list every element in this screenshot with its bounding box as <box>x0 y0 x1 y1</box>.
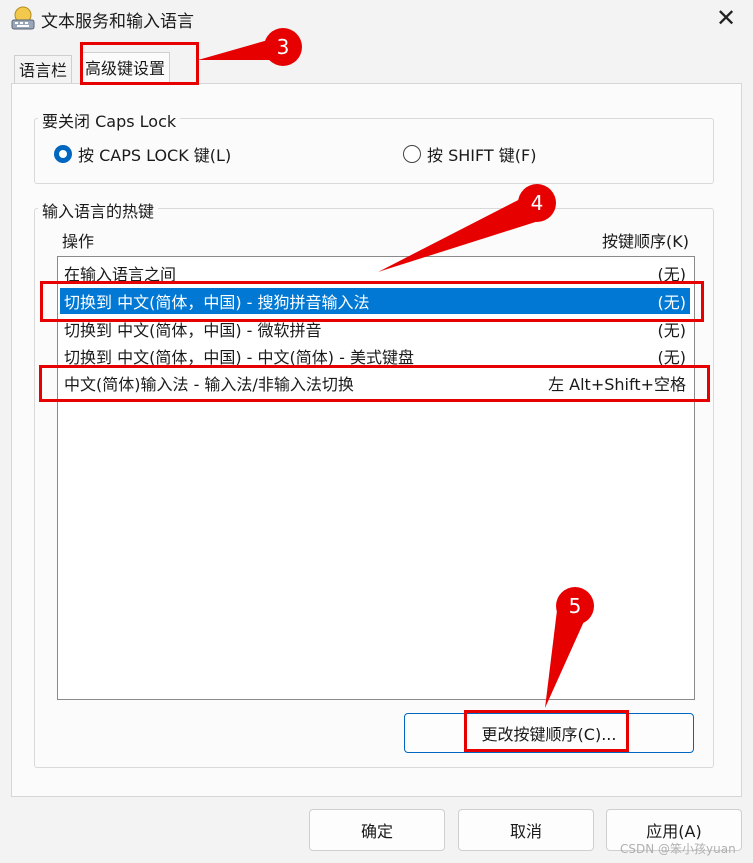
annotation-arrows <box>198 38 590 708</box>
watermark: CSDN @笨小孩yuan <box>620 842 736 856</box>
step-badge-5: 5 <box>556 587 594 625</box>
step-badge-3: 3 <box>264 28 302 66</box>
step-badge-4: 4 <box>518 184 556 222</box>
